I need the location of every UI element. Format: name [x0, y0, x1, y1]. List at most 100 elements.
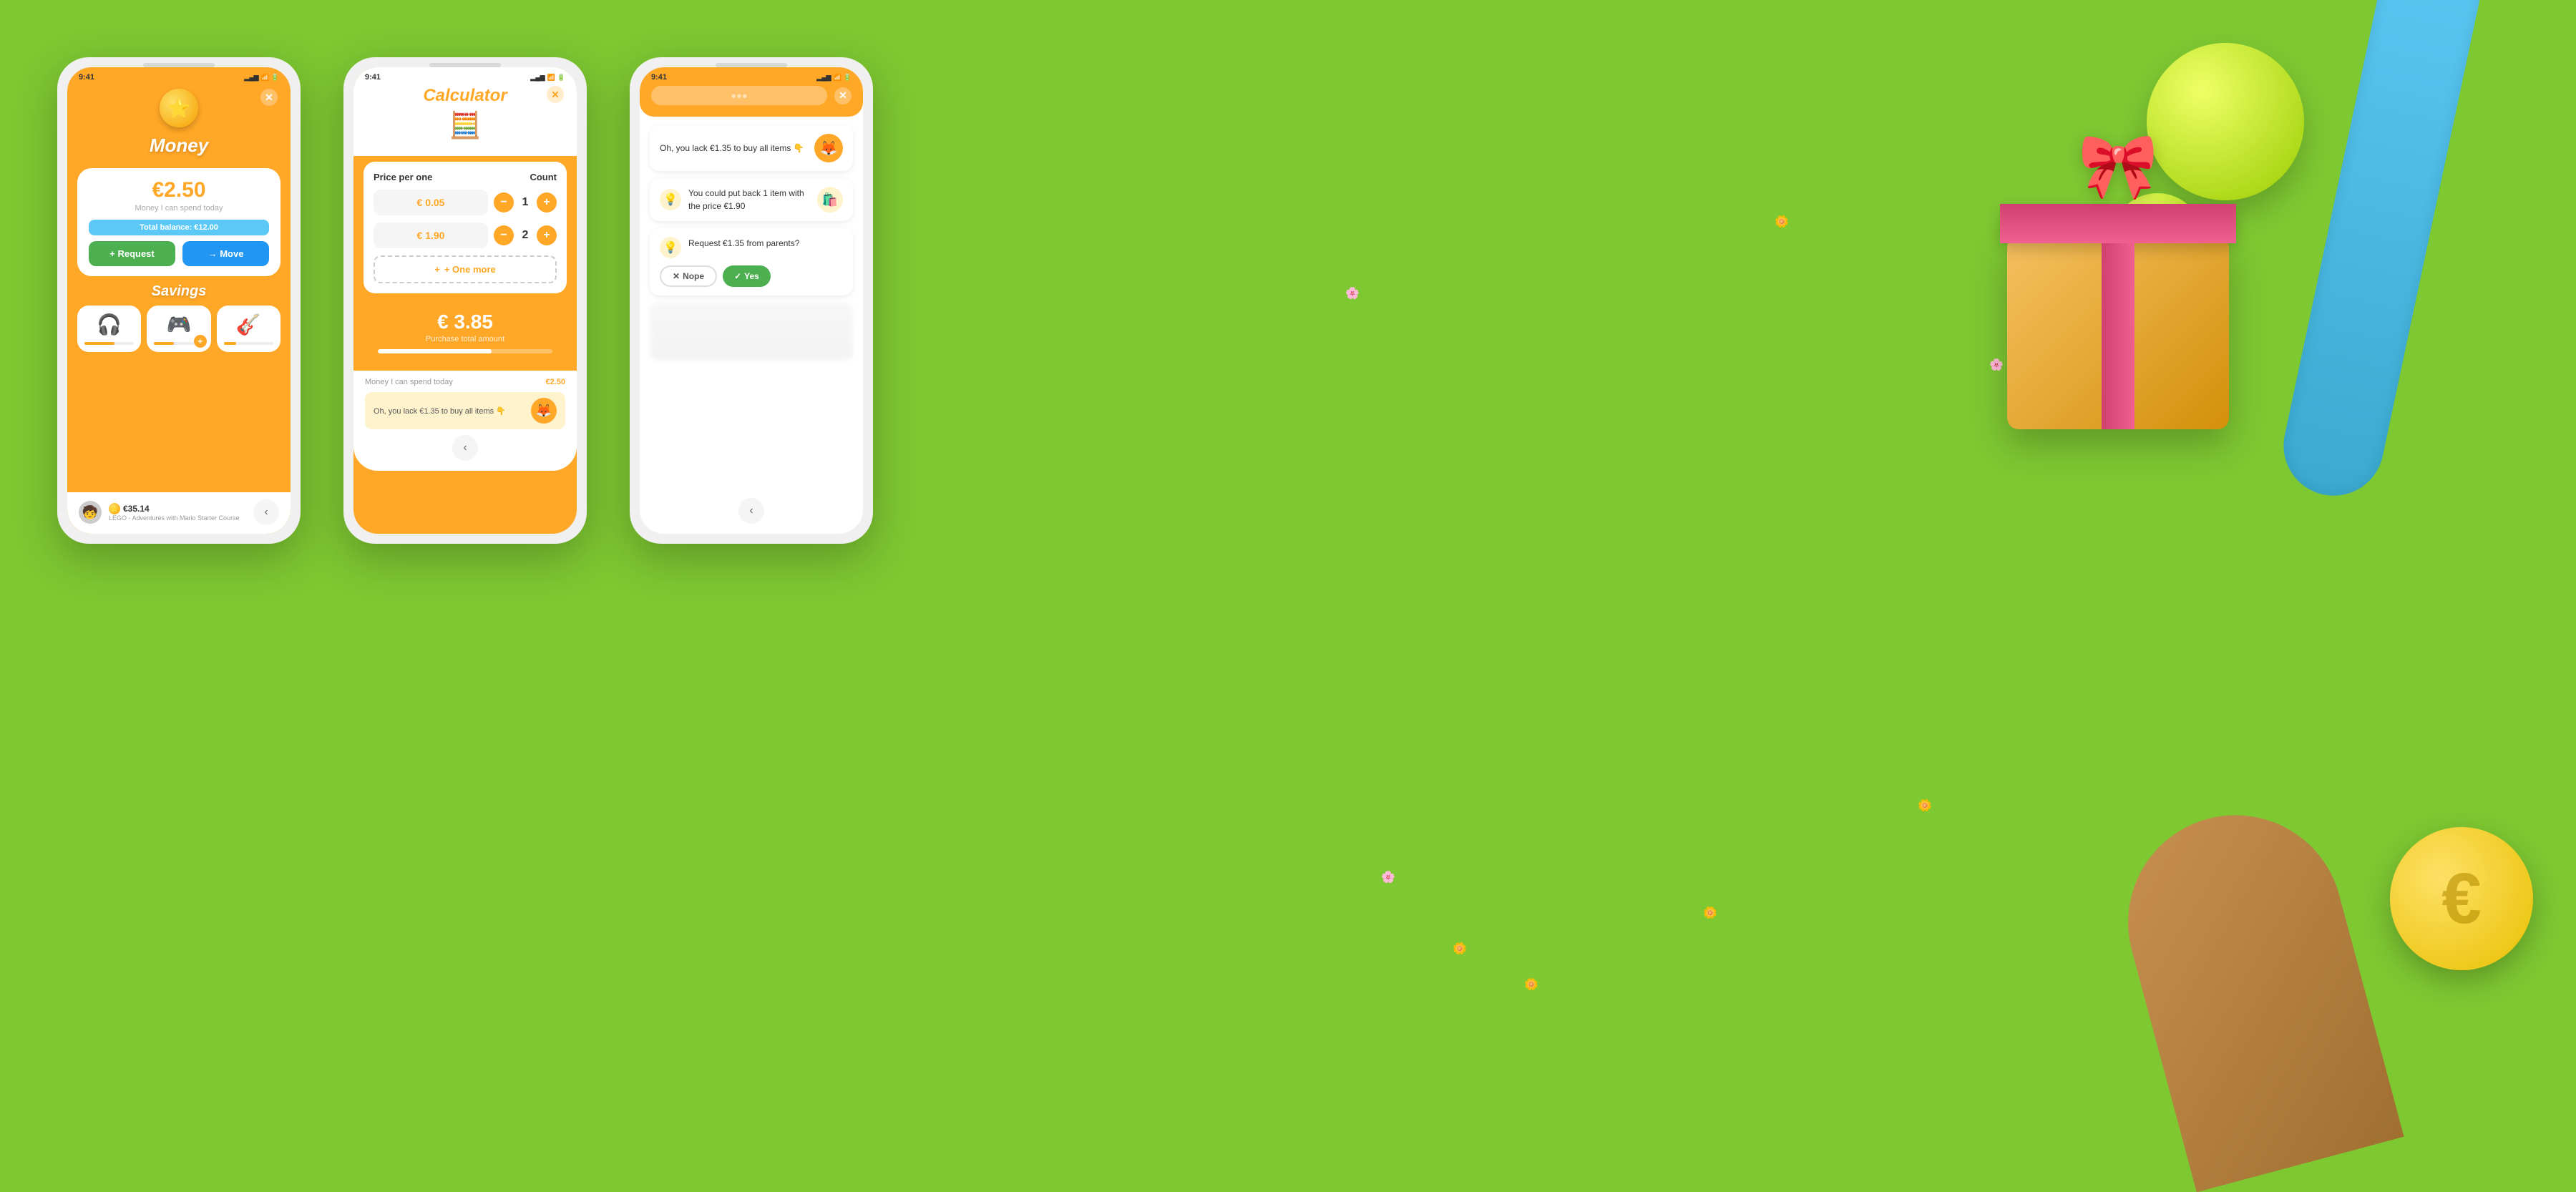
nav-arrow[interactable]: ‹	[253, 499, 279, 525]
savings-item-gamepad[interactable]: 🎮 +	[147, 306, 210, 352]
path-decoration	[2104, 791, 2404, 1192]
phone-suggestions-screen: 9:41 ▂▄▆ 📶 🔋 ●●● ✕ Oh, you lack €1.35 to…	[640, 67, 863, 534]
request-text: Request €1.35 from parents?	[688, 237, 799, 250]
suggestions-title-bar: ●●●	[651, 86, 827, 105]
nav-arrow[interactable]: ‹	[738, 498, 764, 524]
counter-minus-1[interactable]: −	[494, 192, 514, 212]
one-more-icon: +	[434, 264, 440, 275]
balance-amount: €2.50	[89, 178, 269, 202]
phone-money: 9:41 ▂▄▆ 📶 🔋 ✕ ⭐ Money €2.50 Money I can…	[57, 57, 301, 544]
battery-icon: 🔋	[271, 74, 279, 82]
counter-group-1: − 1 +	[494, 192, 557, 212]
one-more-button[interactable]: + + One more	[374, 255, 557, 283]
bottom-price: ⭐ €35.14	[109, 503, 246, 514]
request-button[interactable]: + Request	[89, 241, 175, 266]
phone-calculator: 9:41 ▂▄▆ 📶 🔋 ✕ Calculator 🧮 Price per on…	[343, 57, 587, 544]
flower-decoration: 🌸	[1345, 286, 1360, 301]
warning-icon: 🦊	[531, 398, 557, 424]
counter-plus-1[interactable]: +	[537, 192, 557, 212]
savings-progress-fill	[154, 342, 174, 345]
total-balance-bar: Total balance: €12.00	[89, 220, 269, 235]
total-section: € 3.85 Purchase total amount	[364, 301, 567, 363]
flower-decoration: 🌼	[1453, 942, 1467, 956]
suggestion-icon-1: 🛍️	[817, 187, 843, 212]
flower-decoration: 🌼	[1775, 215, 1789, 229]
suggestion-card-1: 💡 You could put back 1 item with the pri…	[650, 178, 853, 221]
calc-body: Price per one Count € 0.05 − 1 + € 1.90	[364, 162, 567, 293]
savings-item-headphones[interactable]: 🎧	[77, 306, 141, 352]
phone-money-screen: 9:41 ▂▄▆ 📶 🔋 ✕ ⭐ Money €2.50 Money I can…	[67, 67, 291, 534]
request-question: 💡 Request €1.35 from parents?	[660, 237, 843, 258]
status-time: 9:41	[79, 73, 94, 82]
phone-notch	[429, 63, 501, 67]
alert-text: Oh, you lack €1.35 to buy all items 👇	[660, 142, 807, 155]
flower-decoration: 🌸	[1381, 870, 1395, 884]
total-progress	[378, 349, 552, 353]
savings-progress	[84, 342, 134, 345]
yes-button[interactable]: ✓ Yes	[723, 265, 771, 287]
nope-x-icon: ✕	[673, 271, 680, 281]
counter-plus-2[interactable]: +	[537, 225, 557, 245]
counter-value-2: 2	[518, 229, 532, 242]
savings-progress	[224, 342, 273, 345]
gift-box-decoration: 🎀	[1982, 129, 2254, 429]
savings-item-guitar[interactable]: 🎸	[217, 306, 280, 352]
calc-column-headers: Price per one Count	[374, 172, 557, 182]
calc-item-row-2: € 1.90 − 2 +	[374, 223, 557, 248]
spend-label: Money I can spend today	[365, 378, 453, 386]
action-buttons: + Request → Move	[89, 241, 269, 266]
status-icons: ▂▄▆ 📶 🔋	[530, 74, 565, 82]
wifi-icon: 📶	[834, 74, 841, 82]
warning-text: Oh, you lack €1.35 to buy all items 👇	[374, 406, 525, 416]
total-progress-fill	[378, 349, 492, 353]
price-per-one-label: Price per one	[374, 172, 432, 182]
avatar: 🧒	[79, 501, 102, 524]
status-time: 9:41	[365, 73, 381, 82]
bottom-info: ⭐ €35.14 LEGO - Adventures with Mario St…	[109, 503, 246, 522]
add-badge[interactable]: +	[194, 335, 207, 348]
warning-box: Oh, you lack €1.35 to buy all items 👇 🦊	[365, 392, 565, 429]
euro-coin-decoration: €	[2390, 827, 2533, 970]
headphones-icon: 🎧	[97, 313, 122, 336]
close-button[interactable]: ✕	[260, 89, 278, 106]
phone-calculator-screen: 9:41 ▂▄▆ 📶 🔋 ✕ Calculator 🧮 Price per on…	[353, 67, 577, 534]
count-label: Count	[530, 172, 557, 182]
status-bar: 9:41 ▂▄▆ 📶 🔋	[67, 70, 291, 84]
calculator-icon: 🧮	[368, 110, 562, 140]
suggestion-text-1: You could put back 1 item with the price…	[688, 187, 810, 212]
price-input-1[interactable]: € 0.05	[374, 190, 488, 215]
phone-notch	[143, 63, 215, 67]
counter-minus-2[interactable]: −	[494, 225, 514, 245]
request-action-buttons: ✕ Nope ✓ Yes	[660, 265, 843, 287]
signal-icon: ▂▄▆	[816, 74, 831, 82]
savings-title: Savings	[77, 283, 280, 300]
calc-footer: Money I can spend today €2.50 Oh, you la…	[353, 371, 577, 471]
price-input-2[interactable]: € 1.90	[374, 223, 488, 248]
river-decoration	[2274, 0, 2491, 505]
coin-small: ⭐	[109, 503, 120, 514]
balance-card: €2.50 Money I can spend today Total bala…	[77, 168, 280, 276]
battery-icon: 🔋	[557, 74, 565, 82]
guitar-icon: 🎸	[236, 313, 261, 336]
lightbulb-icon-2: 💡	[660, 237, 681, 258]
total-amount: € 3.85	[378, 311, 552, 333]
phones-container: 9:41 ▂▄▆ 📶 🔋 ✕ ⭐ Money €2.50 Money I can…	[57, 57, 873, 544]
close-button[interactable]: ✕	[547, 86, 564, 103]
nope-button[interactable]: ✕ Nope	[660, 265, 717, 287]
status-icons: ▂▄▆ 📶 🔋	[816, 74, 852, 82]
lightbulb-icon-1: 💡	[660, 189, 681, 210]
savings-section: Savings 🎧 🎮 +	[67, 283, 291, 352]
status-icons: ▂▄▆ 📶 🔋	[244, 74, 279, 82]
spend-info: Money I can spend today €2.50	[365, 378, 565, 386]
fox-icon: 🦊	[814, 134, 843, 162]
move-button[interactable]: → Move	[182, 241, 269, 266]
suggestions-footer: ‹	[640, 498, 863, 524]
phone-notch	[716, 63, 787, 67]
nav-arrow[interactable]: ‹	[452, 435, 478, 461]
calculator-title: Calculator	[368, 86, 562, 106]
yes-check-icon: ✓	[734, 271, 741, 281]
gamepad-icon: 🎮	[167, 313, 192, 336]
savings-items: 🎧 🎮 + 🎸	[77, 306, 280, 352]
savings-progress-fill	[84, 342, 114, 345]
close-button[interactable]: ✕	[834, 87, 852, 104]
